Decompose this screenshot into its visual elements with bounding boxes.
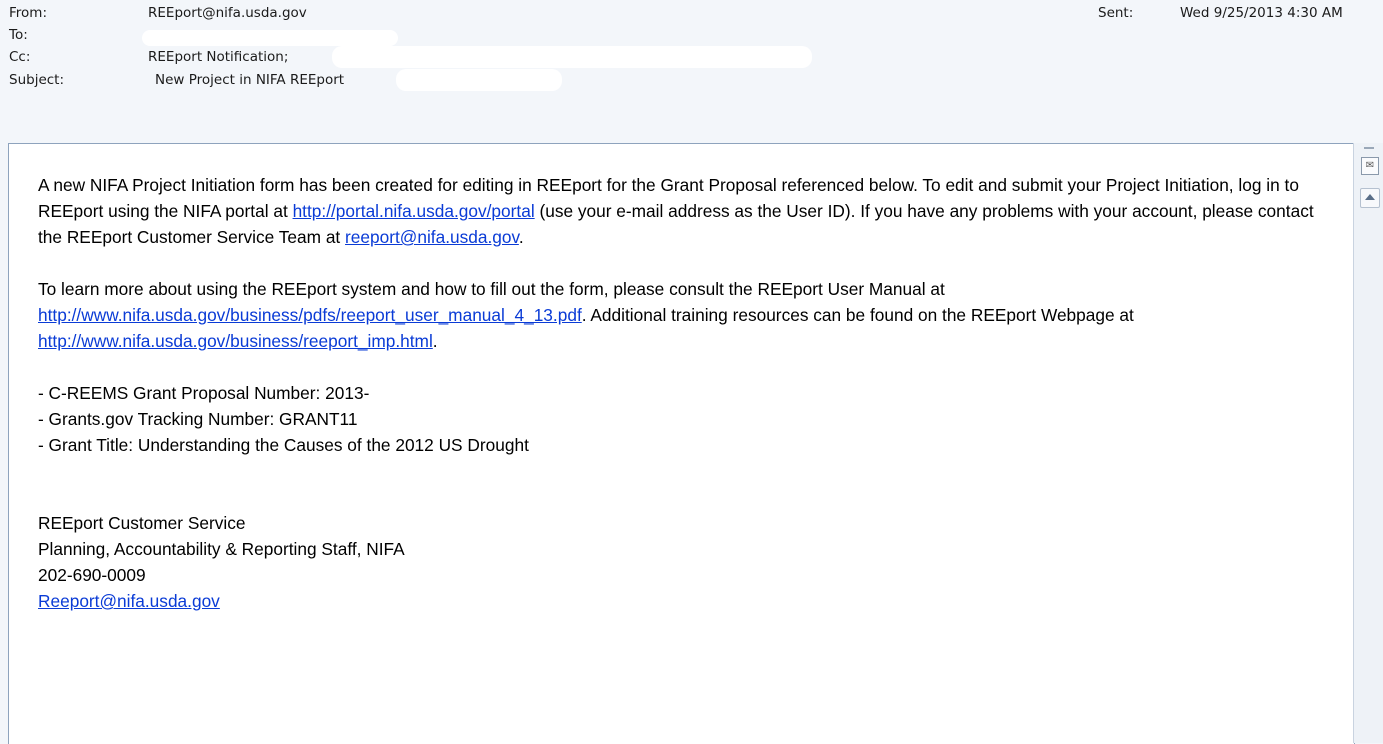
- subject-label: Subject:: [9, 72, 65, 88]
- redaction-mark: [396, 69, 562, 91]
- from-address[interactable]: REEport@nifa.usda.gov: [148, 2, 307, 24]
- message-body-pane[interactable]: A new NIFA Project Initiation form has b…: [8, 143, 1355, 744]
- from-row: From: REEport@nifa.usda.gov Sent: Wed 9/…: [0, 2, 1383, 24]
- reading-pane-icon[interactable]: ✉: [1361, 157, 1379, 175]
- webpage-link[interactable]: http://www.nifa.usda.gov/business/reepor…: [38, 331, 433, 351]
- intro-text-end: .: [518, 227, 524, 247]
- paragraph-intro: A new NIFA Project Initiation form has b…: [38, 172, 1328, 250]
- from-label: From:: [9, 5, 47, 21]
- manual-text-end: .: [432, 331, 438, 351]
- cc-label: Cc:: [9, 49, 31, 65]
- sent-label: Sent:: [1098, 5, 1134, 21]
- to-label: To:: [9, 27, 28, 43]
- tracking-number-line: - Grants.gov Tracking Number: GRANT11: [38, 409, 358, 429]
- message-body: A new NIFA Project Initiation form has b…: [38, 172, 1328, 614]
- grant-title-line: - Grant Title: Understanding the Causes …: [38, 435, 529, 455]
- redaction-mark: [142, 30, 398, 46]
- paragraph-manual: To learn more about using the REEport sy…: [38, 276, 1328, 354]
- signature-email-link[interactable]: Reeport@nifa.usda.gov: [38, 591, 220, 611]
- signature-name: REEport Customer Service: [38, 513, 246, 533]
- manual-text-cont: . Additional training resources can be f…: [581, 305, 1134, 325]
- message-header: From: REEport@nifa.usda.gov Sent: Wed 9/…: [0, 0, 1383, 140]
- portal-link[interactable]: http://portal.nifa.usda.gov/portal: [293, 201, 535, 221]
- manual-text: To learn more about using the REEport sy…: [38, 279, 945, 299]
- collapse-icon[interactable]: [1364, 147, 1374, 149]
- cc-recipients[interactable]: REEport Notification;: [148, 46, 288, 68]
- proposal-number-line: - C-REEMS Grant Proposal Number: 2013-: [38, 383, 370, 403]
- scroll-up-arrow-icon[interactable]: [1360, 188, 1380, 208]
- signature-phone: 202-690-0009: [38, 565, 146, 585]
- subject-row: Subject: New Project in NIFA REEport: [0, 69, 1383, 91]
- sent-value: Wed 9/25/2013 4:30 AM: [1180, 5, 1343, 21]
- vertical-scrollbar[interactable]: ✉: [1353, 143, 1383, 743]
- cc-row: Cc: REEport Notification;: [0, 46, 1383, 68]
- redaction-mark: [332, 46, 812, 68]
- subject-value: New Project in NIFA REEport: [155, 72, 345, 88]
- to-row: To:: [0, 24, 1383, 46]
- support-email-link[interactable]: reeport@nifa.usda.gov: [345, 227, 519, 247]
- user-manual-link[interactable]: http://www.nifa.usda.gov/business/pdfs/r…: [38, 305, 582, 325]
- signature-staff: Planning, Accountability & Reporting Sta…: [38, 539, 405, 559]
